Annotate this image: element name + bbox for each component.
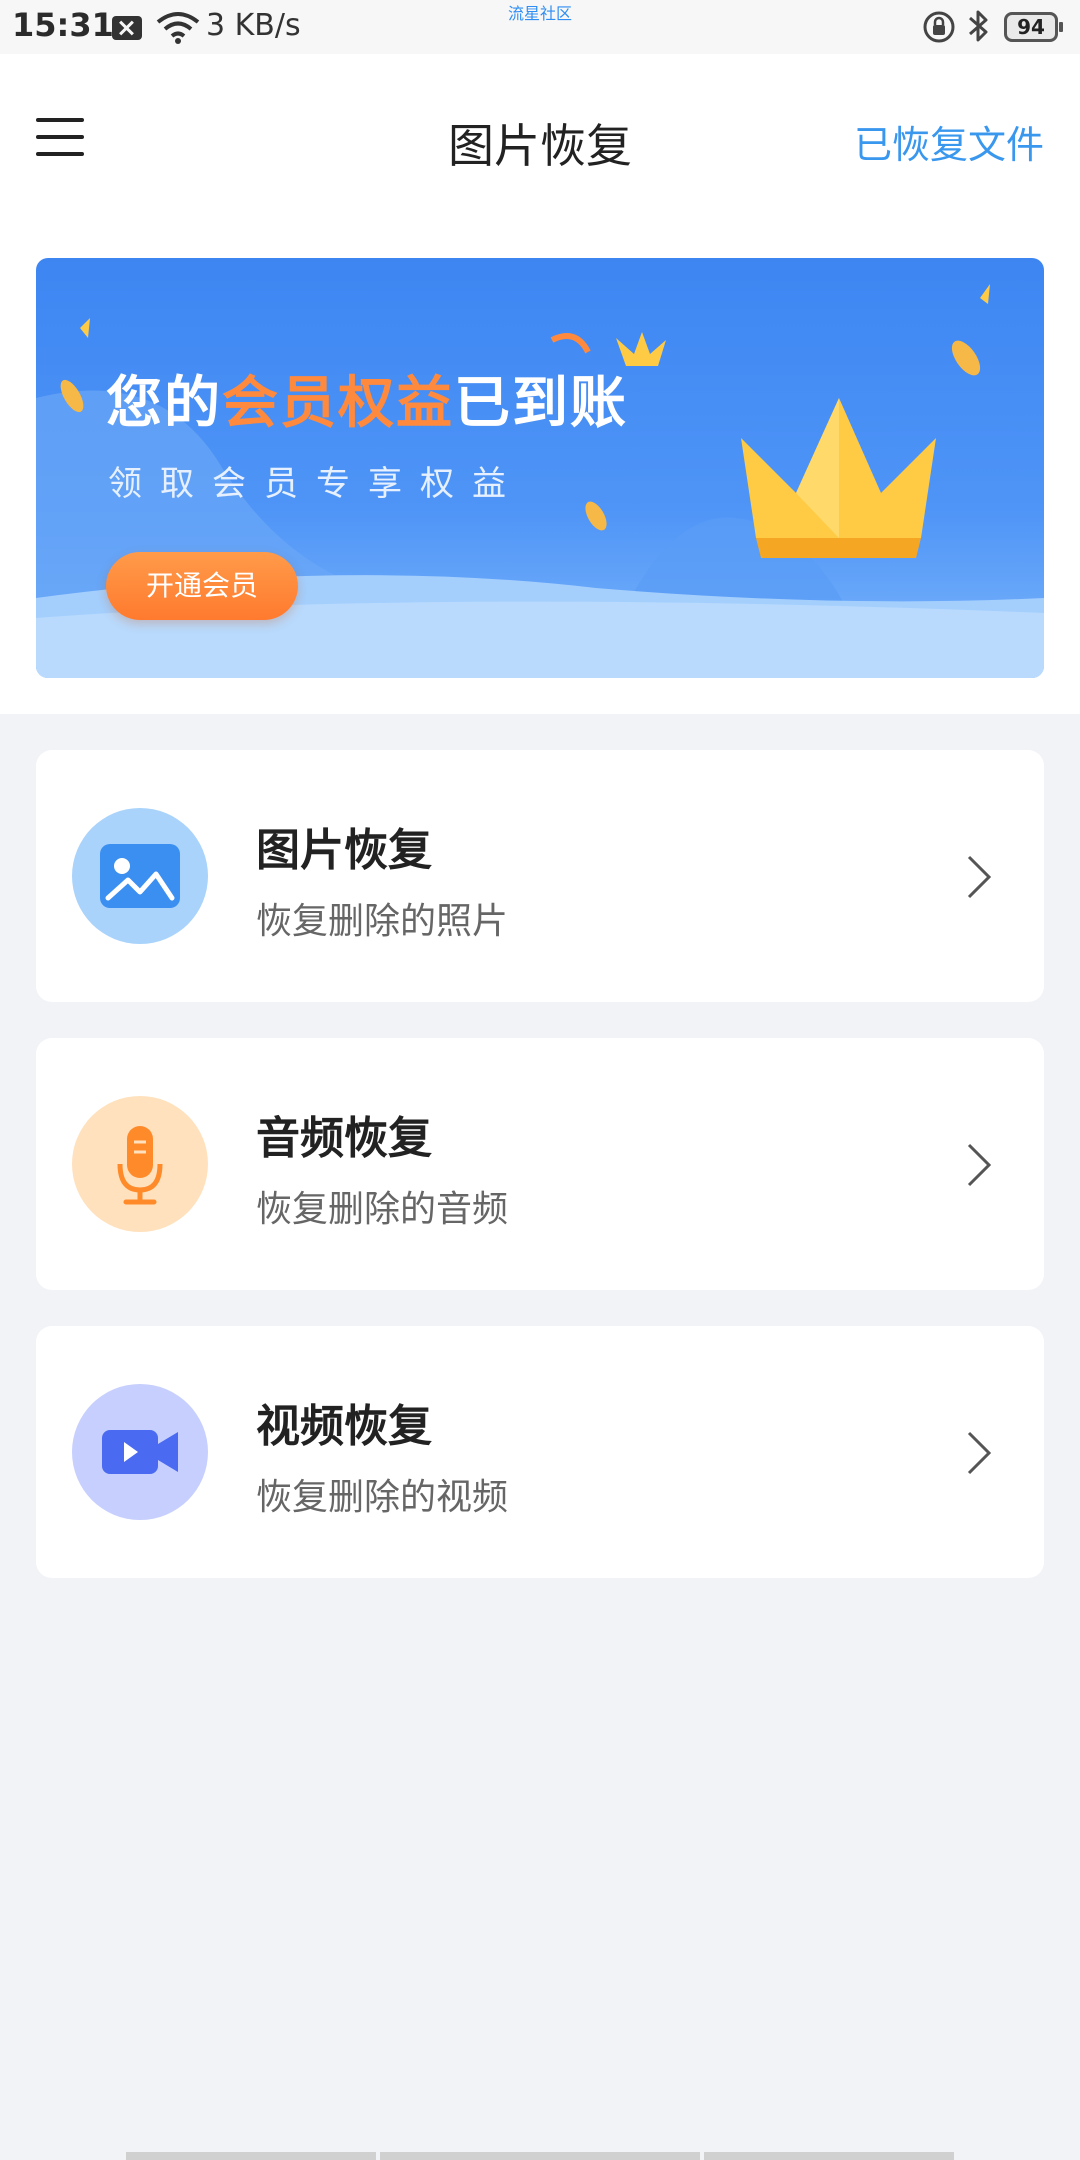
image-icon: [100, 844, 180, 908]
status-time: 15:31: [12, 6, 114, 44]
membership-banner[interactable]: 您的会员权益已到账 领取会员专享权益 开通会员: [36, 258, 1044, 678]
open-membership-button[interactable]: 开通会员: [106, 552, 298, 620]
recovered-files-link[interactable]: 已恢复文件: [854, 114, 1044, 169]
nav-hint-bar: [126, 2152, 376, 2160]
banner-title-suffix: 已到账: [454, 371, 628, 436]
chevron-right-icon: [967, 855, 992, 899]
chevron-right-icon: [967, 1431, 992, 1475]
crown-icon: [741, 398, 936, 558]
banner-title: 您的会员权益已到账: [106, 358, 628, 439]
wifi-icon: [156, 12, 200, 44]
video-recovery-card[interactable]: 视频恢复 恢复删除的视频: [36, 1326, 1044, 1578]
chevron-right-icon: [967, 1143, 992, 1187]
video-icon-circle: [72, 1384, 208, 1520]
card-subtitle: 恢复删除的视频: [256, 1477, 509, 1518]
image-recovery-card[interactable]: 图片恢复 恢复删除的照片: [36, 750, 1044, 1002]
card-title: 音频恢复: [256, 1113, 432, 1164]
banner-subtitle: 领取会员专享权益: [108, 464, 524, 504]
rotation-lock-icon: [923, 11, 955, 43]
banner-title-highlight: 会员权益: [222, 371, 454, 436]
video-camera-icon: [102, 1430, 178, 1474]
network-speed: 3 KB/s: [206, 8, 301, 43]
carrier-label: 流星社区: [508, 4, 573, 23]
card-subtitle: 恢复删除的照片: [256, 901, 509, 942]
audio-recovery-card[interactable]: 音频恢复 恢复删除的音频: [36, 1038, 1044, 1290]
image-icon-circle: [72, 808, 208, 944]
close-notification-icon: [112, 16, 142, 40]
card-title: 视频恢复: [256, 1401, 432, 1452]
nav-hint-bar: [380, 2152, 700, 2160]
microphone-icon-circle: [72, 1096, 208, 1232]
bluetooth-icon: [969, 10, 988, 42]
card-title: 图片恢复: [256, 825, 432, 876]
nav-hint-bar: [704, 2152, 954, 2160]
microphone-icon: [117, 1126, 163, 1205]
banner-title-prefix: 您的: [106, 371, 222, 436]
status-bar: 15:31 3 KB/s 流星社区 94: [0, 0, 1080, 54]
battery-indicator: 94: [1004, 12, 1063, 42]
card-subtitle: 恢复删除的音频: [256, 1189, 509, 1230]
